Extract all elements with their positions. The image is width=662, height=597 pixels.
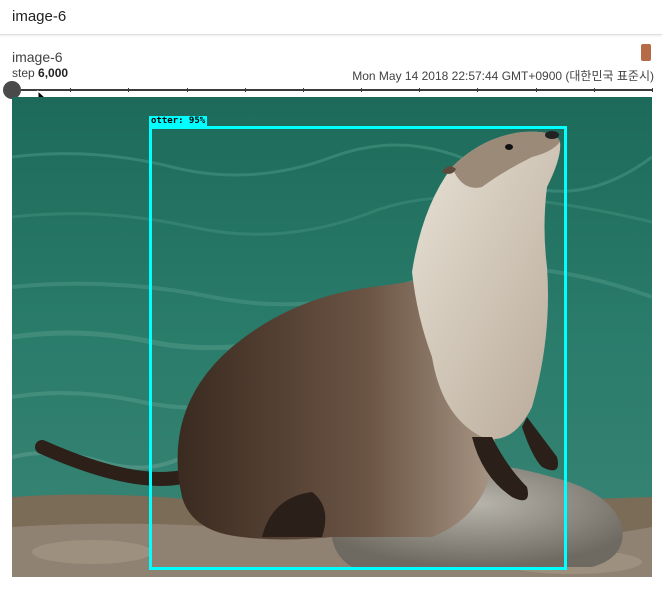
detection-bounding-box <box>149 126 567 570</box>
slider-tick <box>652 88 653 92</box>
dashboard-header: image-6 <box>0 0 662 35</box>
slider-tick <box>593 88 595 92</box>
slider-tick <box>128 88 130 92</box>
slider-tick <box>302 88 304 92</box>
header-title: image-6 <box>12 8 67 25</box>
slider-tick <box>419 88 421 92</box>
slider-tick <box>186 88 188 92</box>
slider-tick <box>361 88 363 92</box>
image-card-title: image-6 <box>12 49 63 65</box>
step-value: 6,000 <box>38 66 69 80</box>
slider-track[interactable] <box>12 89 652 91</box>
slider-tick <box>477 88 479 92</box>
detection-label: otter: 95% <box>149 116 208 127</box>
step-label: step <box>12 66 35 80</box>
run-color-chip[interactable] <box>641 44 651 61</box>
slider-tick <box>535 88 537 92</box>
step-indicator: step 6,000 <box>12 66 68 80</box>
step-slider[interactable] <box>3 81 654 99</box>
slider-tick <box>244 88 246 92</box>
slider-tick <box>70 88 72 92</box>
